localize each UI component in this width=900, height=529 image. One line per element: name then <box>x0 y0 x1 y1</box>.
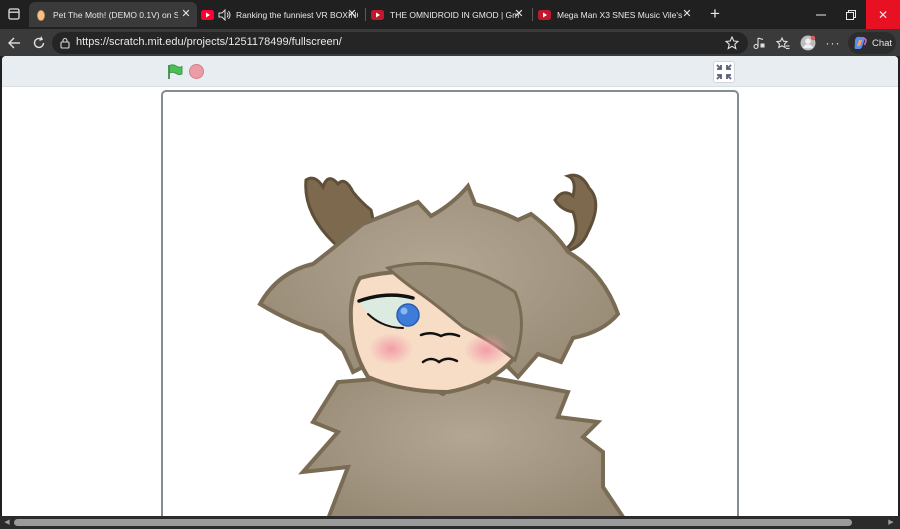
collections-button[interactable] <box>773 33 793 53</box>
copilot-icon <box>854 36 867 50</box>
tab-separator <box>365 8 366 21</box>
navigation-toolbar: https://scratch.mit.edu/projects/1251178… <box>0 29 900 56</box>
tab-strip: Pet The Moth! (DEMO 0.1V) on Scratch ✕ R… <box>0 0 900 29</box>
chat-label: Chat <box>872 37 893 49</box>
profile-button[interactable] <box>798 33 818 53</box>
tab-omnidroid[interactable]: THE OMNIDROID IN GMOD | Gmod ✕ <box>367 2 530 27</box>
url-text: https://scratch.mit.edu/projects/1251178… <box>76 36 342 48</box>
body-fur <box>298 369 625 516</box>
close-tab-icon[interactable]: ✕ <box>512 7 526 21</box>
stop-icon[interactable] <box>189 64 204 79</box>
back-arrow-icon <box>8 37 20 49</box>
scratch-stage-controls <box>2 56 898 87</box>
collections-icon <box>776 36 790 50</box>
close-tab-icon[interactable]: ✕ <box>179 7 193 21</box>
tab-title: Pet The Moth! (DEMO 0.1V) on Scratch <box>53 9 178 20</box>
tab-vr-boxing[interactable]: Ranking the funniest VR BOXING moments ✕ <box>198 2 363 27</box>
tab-title: Ranking the funniest VR BOXING moments <box>236 9 358 20</box>
scroll-left-icon[interactable]: ◀ <box>2 517 12 528</box>
page-viewport <box>2 56 898 516</box>
scratch-icon <box>37 9 45 21</box>
tab-actions-icon[interactable] <box>6 6 22 22</box>
horizontal-scrollbar[interactable]: ◀ ▶ <box>0 516 900 529</box>
refresh-icon <box>33 36 45 49</box>
youtube-icon <box>371 9 384 20</box>
eye-highlight <box>400 307 408 315</box>
tab-mega-man[interactable]: Mega Man X3 SNES Music Vile's Theme ✕ <box>534 2 698 27</box>
eye-iris <box>396 303 420 327</box>
project-stage[interactable] <box>161 90 739 516</box>
site-info-icon[interactable] <box>59 37 71 49</box>
close-window-button[interactable]: ✕ <box>866 0 900 29</box>
speaker-icon[interactable] <box>218 8 231 21</box>
left-blush <box>369 333 413 365</box>
back-button[interactable] <box>4 33 24 53</box>
moth-character-sprite[interactable] <box>163 92 739 516</box>
exit-fullscreen-button[interactable] <box>713 61 735 83</box>
tab-separator <box>532 8 533 21</box>
scrollbar-thumb[interactable] <box>14 519 852 526</box>
address-bar[interactable]: https://scratch.mit.edu/projects/1251178… <box>52 32 748 54</box>
media-control-button[interactable] <box>749 33 769 53</box>
star-icon <box>725 36 739 50</box>
refresh-button[interactable] <box>29 33 49 53</box>
favorite-button[interactable] <box>722 33 742 53</box>
restore-button[interactable] <box>832 0 869 29</box>
close-tab-icon[interactable]: ✕ <box>680 7 694 21</box>
restore-icon <box>845 9 856 20</box>
new-tab-button[interactable]: + <box>705 4 725 24</box>
tab-title: Mega Man X3 SNES Music Vile's Theme <box>557 9 685 20</box>
green-flag-icon[interactable] <box>166 63 184 81</box>
close-icon: ✕ <box>877 7 889 22</box>
media-control-icon <box>753 37 765 50</box>
youtube-icon <box>201 9 214 20</box>
more-icon: ··· <box>825 36 841 50</box>
tab-pet-the-moth[interactable]: Pet The Moth! (DEMO 0.1V) on Scratch ✕ <box>29 2 197 27</box>
right-blush <box>464 334 508 366</box>
avatar <box>800 35 816 51</box>
tab-title: THE OMNIDROID IN GMOD | Gmod <box>390 9 519 20</box>
youtube-icon <box>538 9 551 20</box>
scroll-right-icon[interactable]: ▶ <box>886 517 896 528</box>
more-button[interactable]: ··· <box>823 33 843 53</box>
exit-fullscreen-icon <box>716 64 732 80</box>
close-tab-icon[interactable]: ✕ <box>345 7 359 21</box>
copilot-chat-button[interactable]: Chat <box>848 32 896 54</box>
minimize-icon <box>815 14 826 15</box>
